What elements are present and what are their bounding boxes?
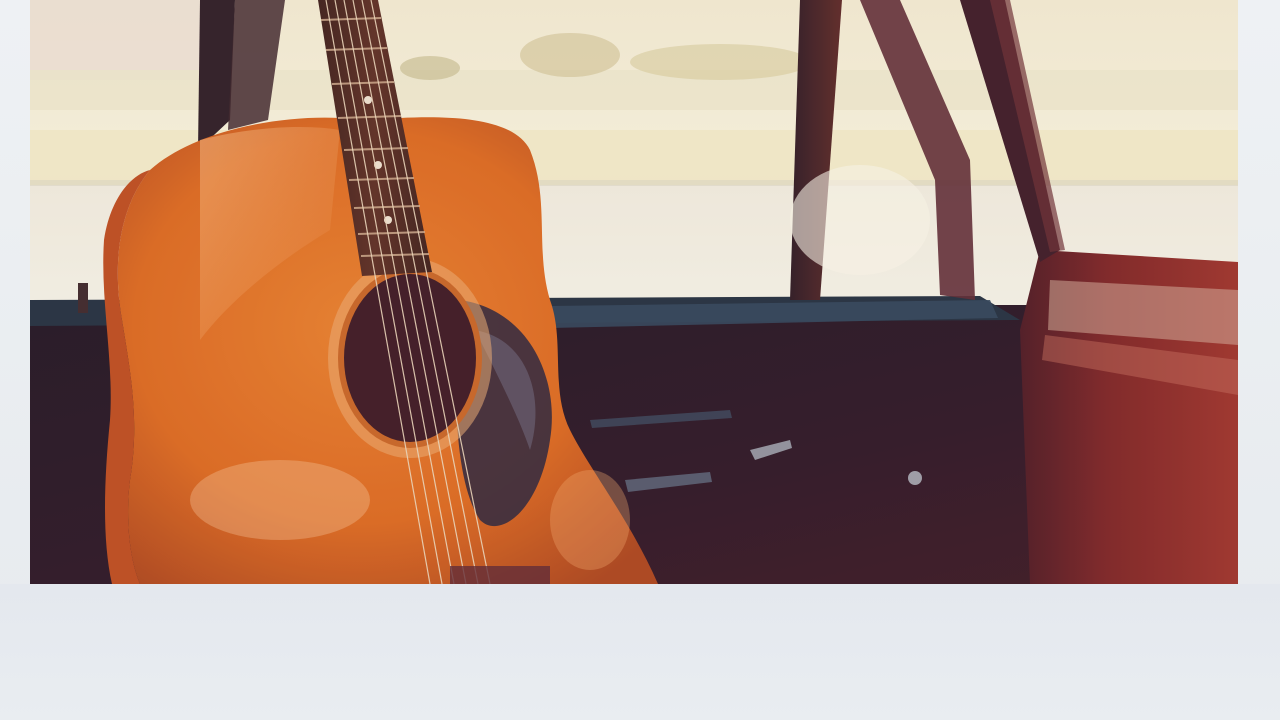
polaroid-bottom-margin: [0, 584, 1280, 720]
polaroid-frame: [0, 0, 1280, 720]
photo-illustration: [30, 0, 1238, 584]
photo: [30, 0, 1238, 584]
